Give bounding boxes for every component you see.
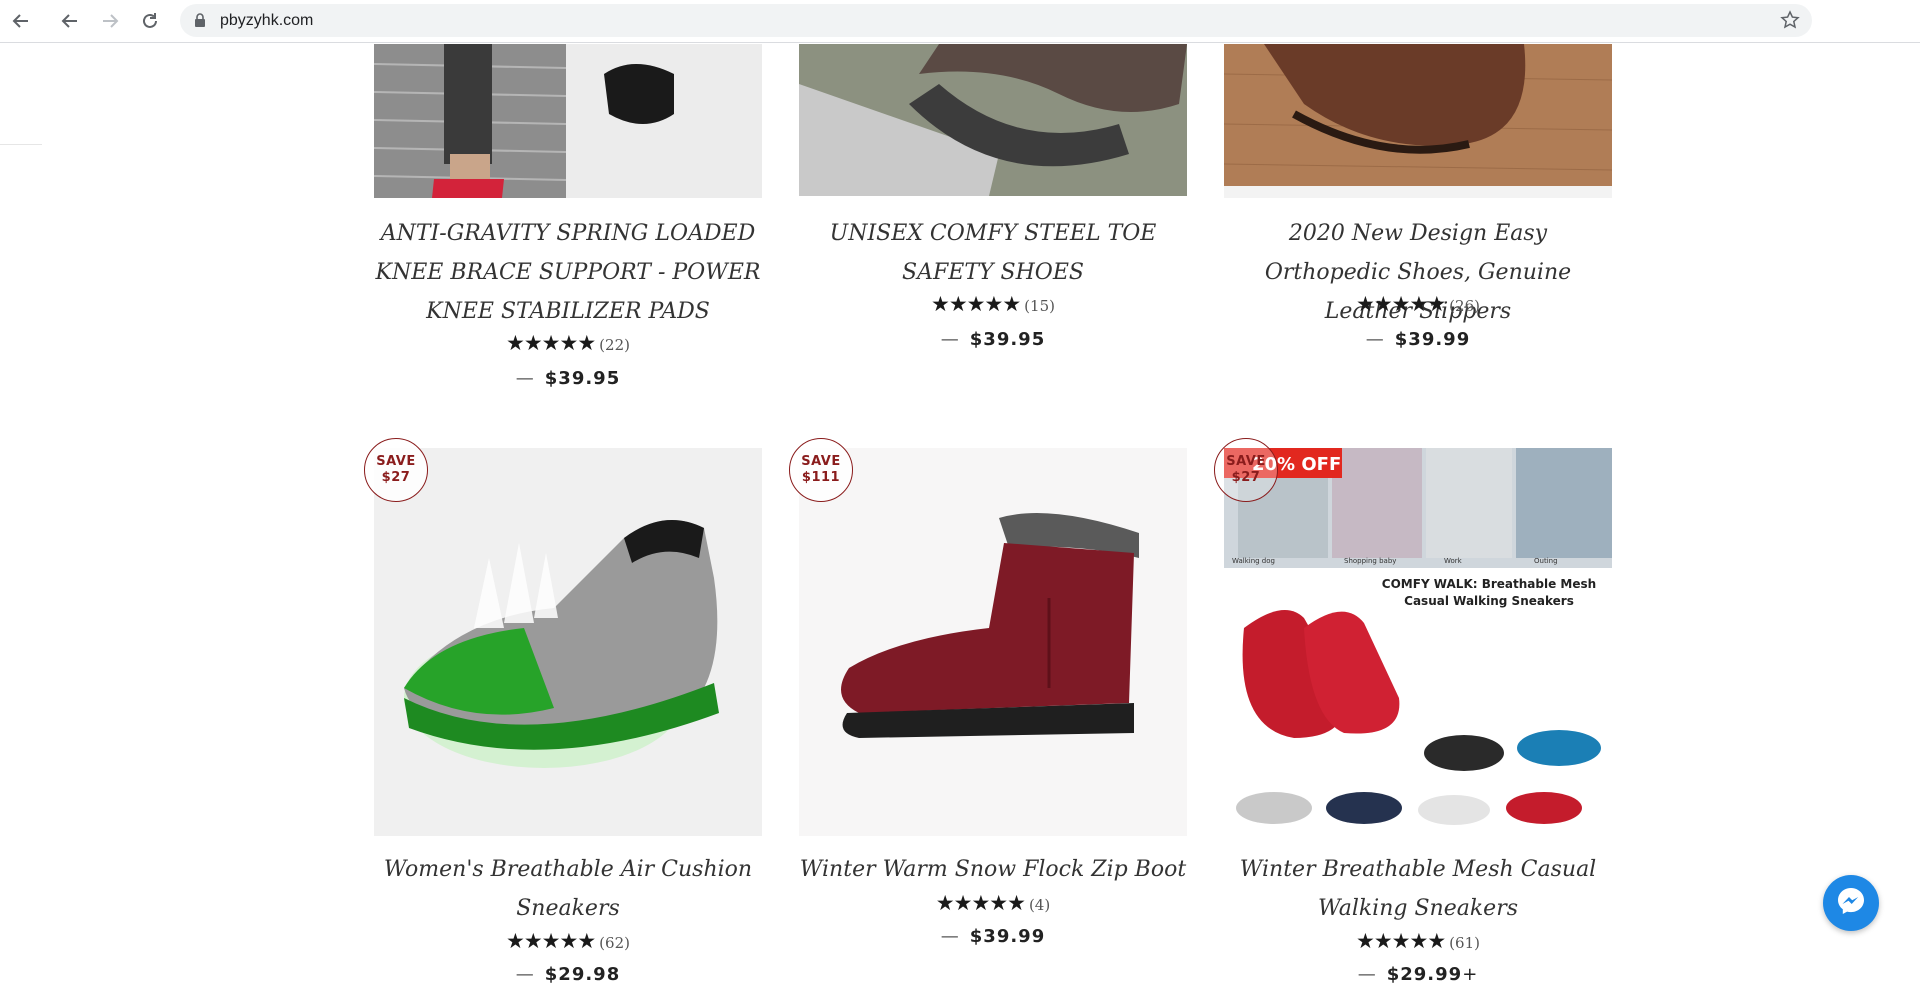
price-value: $29.99 (1386, 964, 1463, 985)
image-caption: Outing (1534, 557, 1558, 565)
image-headline: COMFY WALK: Breathable Mesh Casual Walki… (1381, 577, 1597, 608)
product-title[interactable]: UNISEX COMFY STEEL TOE SAFETY SHOES (799, 214, 1187, 292)
forward-icon[interactable] (95, 6, 125, 36)
divider (0, 144, 42, 145)
rating-stars-icon: ★★★★★ (506, 930, 596, 953)
price-suffix: + (1462, 964, 1479, 985)
review-count: (4) (1028, 896, 1051, 914)
price-value: $39.99 (1394, 329, 1471, 350)
price-value: $39.99 (969, 926, 1046, 947)
product-price: — $39.99 (1224, 329, 1612, 350)
rating-stars-icon: ★★★★★ (506, 332, 596, 355)
review-count: (15) (1024, 297, 1055, 315)
price-dash: — (1357, 964, 1377, 985)
price-dash: — (515, 964, 535, 985)
rating-stars-icon: ★★★★★ (1356, 293, 1446, 316)
product-image-knee-brace[interactable] (374, 44, 762, 198)
review-count: (22) (599, 336, 630, 354)
product-image-orthopedic-shoes[interactable] (1224, 44, 1612, 198)
price-value: $29.98 (544, 964, 621, 985)
product-title[interactable]: Women's Breathable Air Cushion Sneakers (374, 850, 762, 928)
product-price: — $29.98 (374, 964, 762, 985)
messenger-icon (1835, 885, 1867, 922)
save-badge: SAVE $111 (789, 438, 853, 502)
badge-label: SAVE (801, 454, 841, 469)
review-count: (62) (599, 934, 630, 952)
product-rating: ★★★★★ (61) (1224, 930, 1612, 956)
reload-icon[interactable] (135, 6, 165, 36)
product-price: — $39.95 (374, 368, 762, 389)
price-value: $39.95 (969, 329, 1046, 350)
product-title[interactable]: ANTI-GRAVITY SPRING LOADED KNEE BRACE SU… (374, 214, 762, 331)
review-count: (61) (1449, 934, 1480, 952)
rating-stars-icon: ★★★★★ (931, 293, 1021, 316)
product-title[interactable]: Winter Breathable Mesh Casual Walking Sn… (1224, 850, 1612, 928)
url-text: pbyzyhk.com (220, 12, 314, 29)
product-title[interactable]: Winter Warm Snow Flock Zip Boot (799, 850, 1187, 889)
product-rating: ★★★★★ (15) (799, 293, 1187, 319)
product-rating: ★★★★★ (22) (374, 332, 762, 358)
price-dash: — (515, 368, 535, 389)
product-price: — $39.95 (799, 329, 1187, 350)
rating-stars-icon: ★★★★★ (935, 892, 1026, 915)
image-caption: Shopping baby (1344, 557, 1396, 565)
image-caption: Walking dog (1232, 557, 1275, 565)
lock-icon (194, 13, 206, 32)
review-count: (26) (1449, 297, 1480, 315)
product-image-air-cushion-sneakers[interactable] (374, 448, 762, 836)
back-icon[interactable] (6, 6, 36, 36)
product-rating: ★★★★★ (4) (799, 892, 1187, 918)
product-image-snow-boot[interactable] (799, 448, 1187, 836)
badge-label: SAVE (376, 454, 416, 469)
save-badge: SAVE $27 (364, 438, 428, 502)
product-image-mesh-sneakers[interactable]: 20% OFF Walking dog Shopping baby Work O… (1224, 448, 1612, 836)
image-caption: Work (1444, 557, 1463, 565)
save-badge: SAVE $27 (1214, 438, 1278, 502)
address-bar[interactable]: pbyzyhk.com (180, 4, 1812, 37)
price-dash: — (940, 329, 960, 350)
price-dash: — (940, 926, 960, 947)
product-image-safety-shoes[interactable] (799, 44, 1187, 196)
bookmark-star-icon[interactable] (1780, 10, 1800, 35)
badge-amount: $27 (1231, 470, 1261, 485)
product-rating: ★★★★★ (26) (1224, 293, 1612, 319)
browser-toolbar: pbyzyhk.com (0, 0, 1920, 43)
price-value: $39.95 (544, 368, 621, 389)
product-price: — $29.99+ (1224, 964, 1612, 985)
product-price: — $39.99 (799, 926, 1187, 947)
back-icon[interactable] (55, 6, 85, 36)
product-rating: ★★★★★ (62) (374, 930, 762, 956)
rating-stars-icon: ★★★★★ (1356, 930, 1446, 953)
messenger-chat-button[interactable] (1823, 875, 1879, 931)
badge-amount: $111 (801, 470, 841, 485)
badge-label: SAVE (1226, 454, 1266, 469)
badge-amount: $27 (381, 470, 411, 485)
price-dash: — (1365, 329, 1385, 350)
